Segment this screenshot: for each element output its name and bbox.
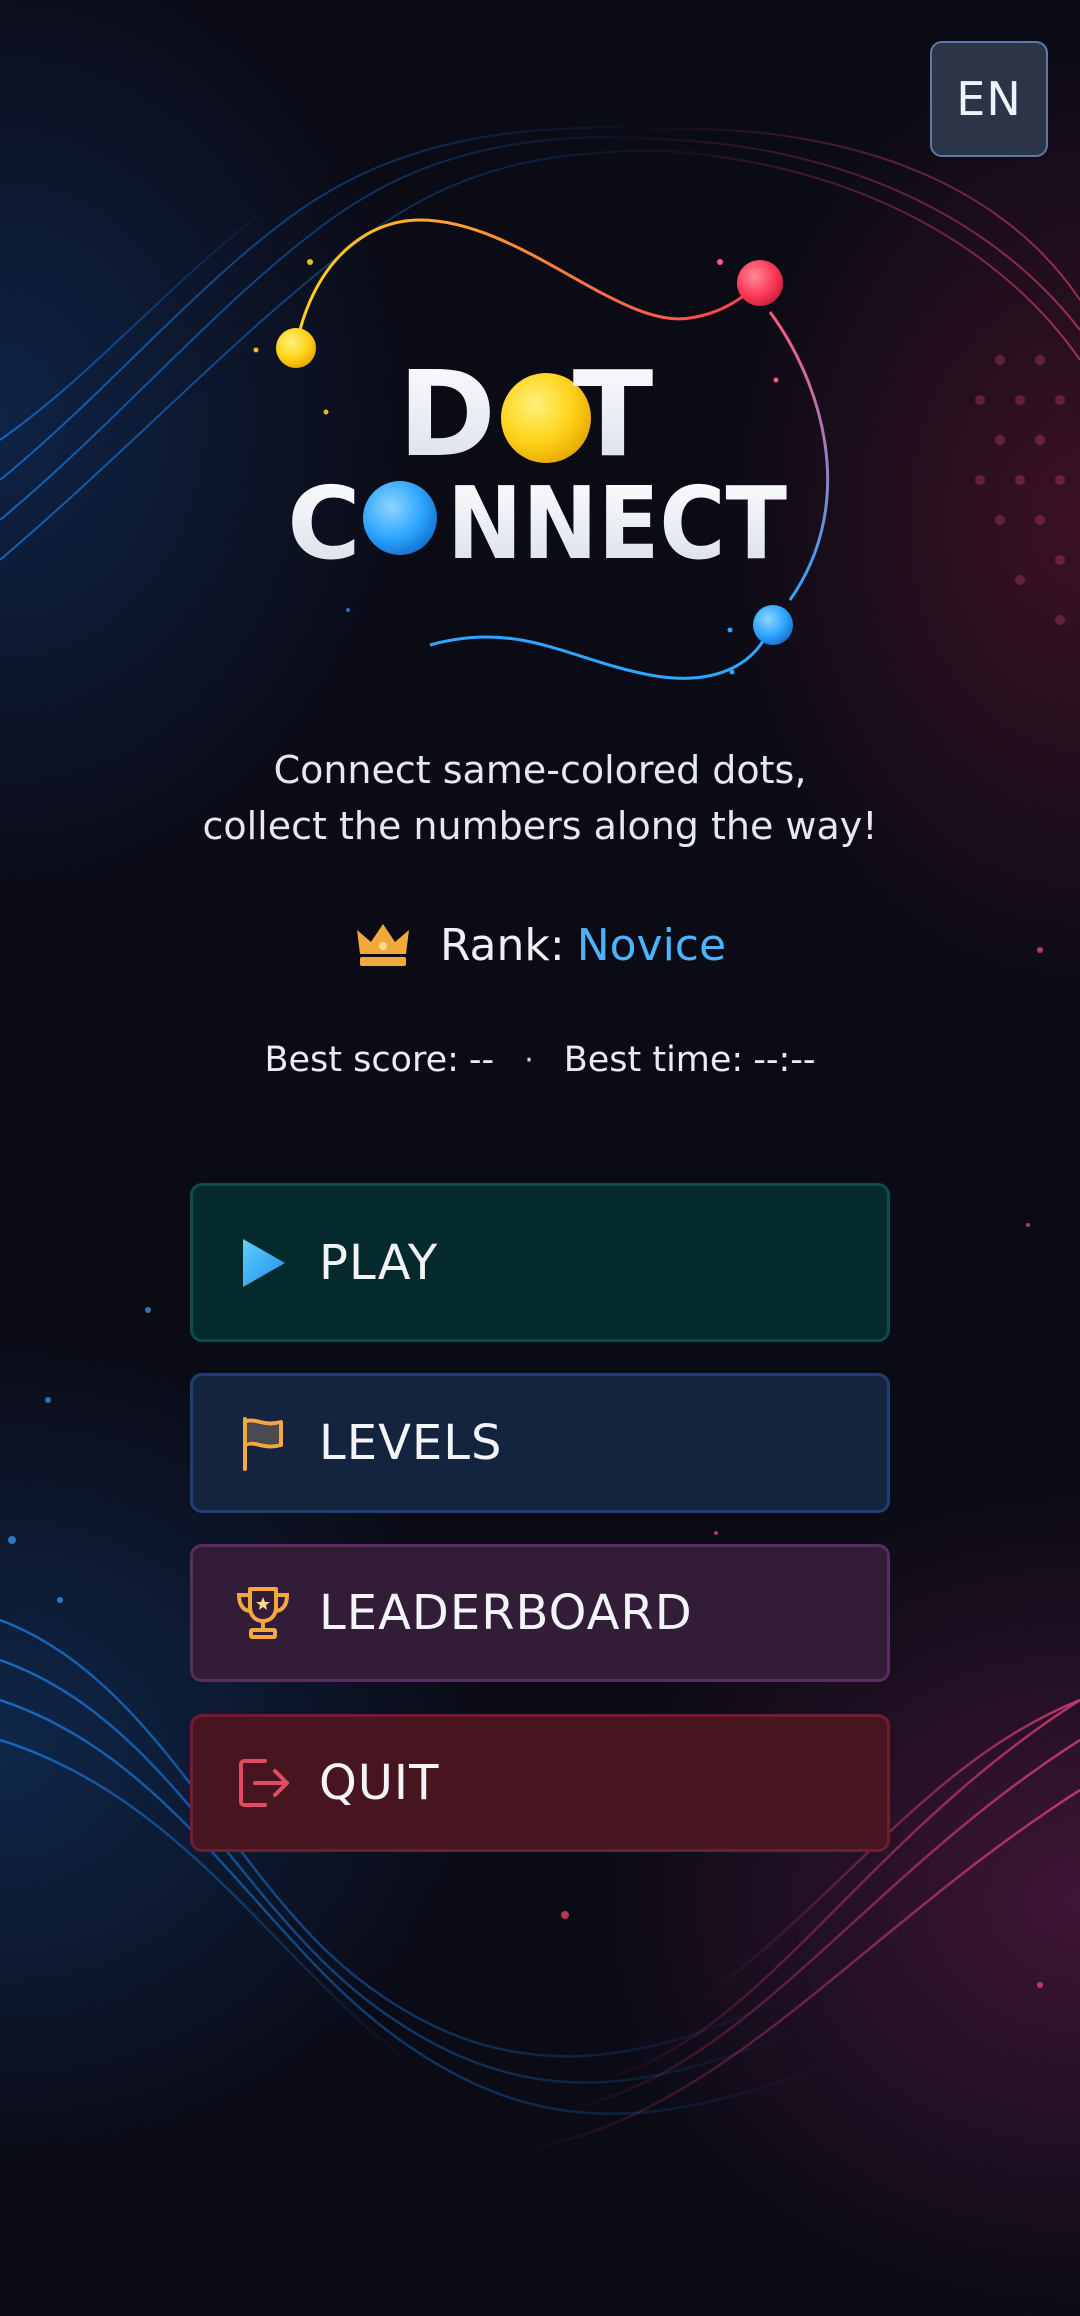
rank-display: Rank: Novice	[0, 910, 1080, 980]
tagline-line-2: collect the numbers along the way!	[202, 804, 878, 848]
yellow-dot-icon	[276, 328, 316, 368]
logo-letter-t: T	[573, 345, 654, 483]
best-time-label: Best time:	[563, 1040, 744, 1080]
best-score-value: --	[468, 1040, 495, 1080]
leaderboard-button[interactable]: LEADERBOARD	[190, 1544, 890, 1682]
logo-blue-o-icon	[363, 481, 437, 555]
logo-letter-c: C	[287, 465, 360, 582]
levels-button[interactable]: LEVELS	[190, 1373, 890, 1513]
yellow-red-path	[294, 218, 761, 349]
blue-dot-icon	[753, 605, 793, 645]
blue-path	[429, 624, 772, 680]
crown-icon	[356, 924, 409, 966]
flag-icon	[243, 1417, 283, 1471]
language-button[interactable]: EN	[930, 41, 1048, 157]
rank-value: Novice	[576, 919, 727, 971]
leaderboard-label: LEADERBOARD	[319, 1585, 693, 1641]
logo-word-nnect: NNECT	[447, 465, 787, 582]
play-icon	[243, 1238, 285, 1287]
quit-button[interactable]: QUIT	[190, 1714, 890, 1852]
rank-label: Rank:	[439, 919, 565, 971]
stats-separator: ·	[524, 1042, 534, 1078]
language-code: EN	[956, 72, 1022, 126]
best-time-value: --:--	[753, 1040, 816, 1080]
game-logo: D O T C O NNECT	[253, 218, 830, 680]
quit-label: QUIT	[319, 1755, 440, 1811]
best-stats: Best score: -- · Best time: --:--	[0, 1035, 1080, 1085]
logo-letter-d: D	[398, 345, 496, 483]
red-dot-icon	[737, 260, 783, 306]
play-button[interactable]: PLAY	[190, 1183, 890, 1342]
levels-label: LEVELS	[319, 1415, 503, 1471]
tagline-line-1: Connect same-colored dots,	[273, 748, 807, 792]
exit-icon	[239, 1759, 289, 1807]
play-label: PLAY	[319, 1234, 439, 1291]
best-score-label: Best score:	[264, 1040, 459, 1080]
game-main-menu: EN D T C NNECT Connect same-colored dots…	[0, 0, 1080, 2316]
trophy-icon	[236, 1587, 290, 1639]
